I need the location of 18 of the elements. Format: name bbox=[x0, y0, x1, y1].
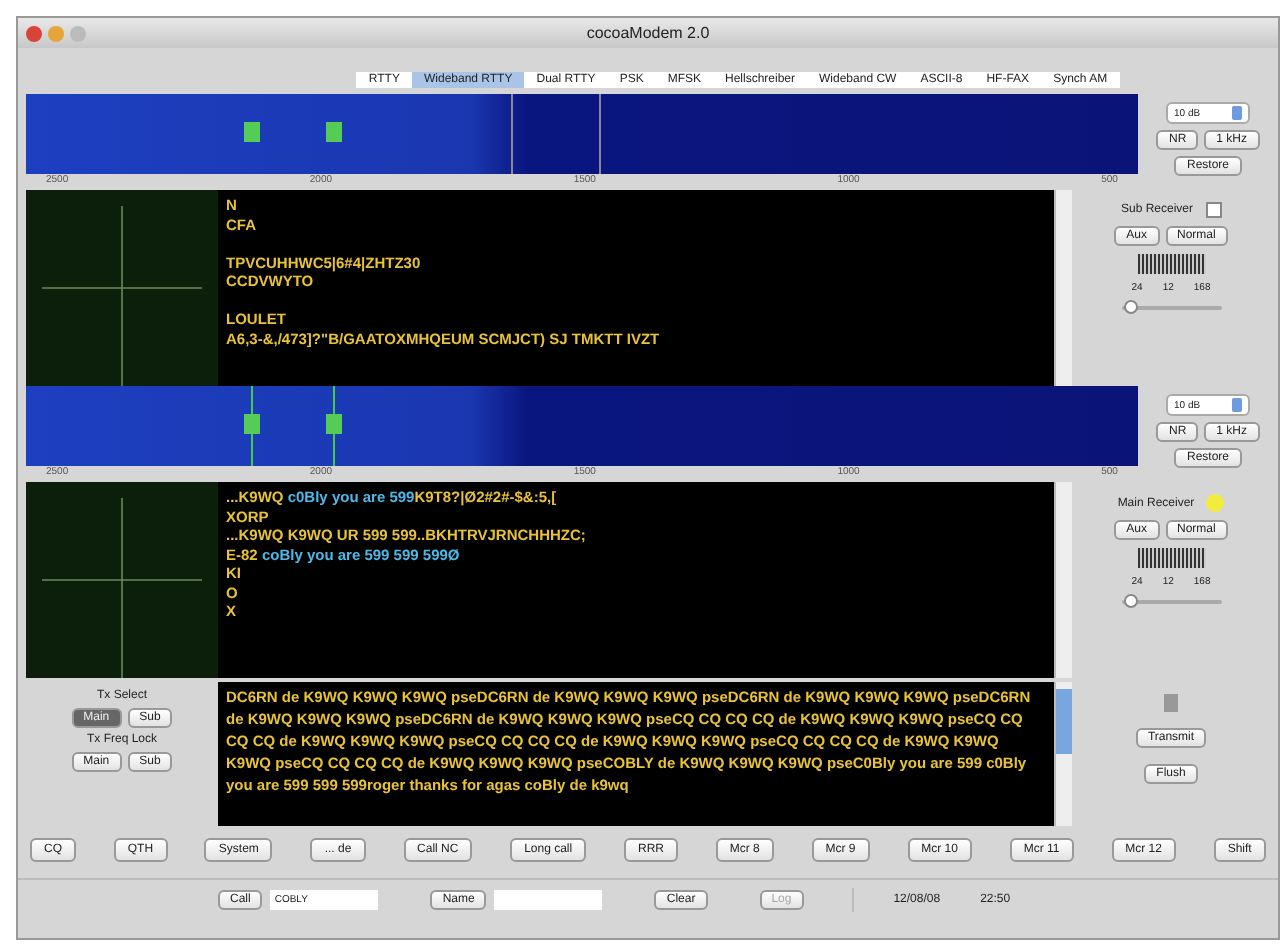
minimize-button[interactable] bbox=[48, 25, 64, 41]
window-title: cocoaModem 2.0 bbox=[586, 24, 710, 42]
scrollbar[interactable] bbox=[1054, 682, 1072, 826]
zoom-button[interactable] bbox=[70, 25, 86, 41]
level-meter bbox=[1137, 254, 1205, 274]
stepper-icon bbox=[1232, 106, 1242, 120]
level-meter bbox=[1137, 548, 1205, 568]
transmit-text-pane[interactable] bbox=[218, 682, 1054, 826]
checkbox[interactable] bbox=[1205, 202, 1222, 218]
slider-thumb[interactable] bbox=[1124, 300, 1138, 314]
close-button[interactable] bbox=[26, 25, 42, 41]
scrollbar[interactable] bbox=[1054, 482, 1072, 678]
waterfall-drawing[interactable] bbox=[26, 94, 1138, 174]
scrollbar[interactable] bbox=[1054, 190, 1072, 386]
name-field[interactable] bbox=[494, 890, 603, 910]
stepper-icon bbox=[1232, 398, 1242, 412]
slider-thumb[interactable] bbox=[1124, 594, 1138, 608]
waterfall-drawing[interactable] bbox=[26, 386, 1138, 466]
